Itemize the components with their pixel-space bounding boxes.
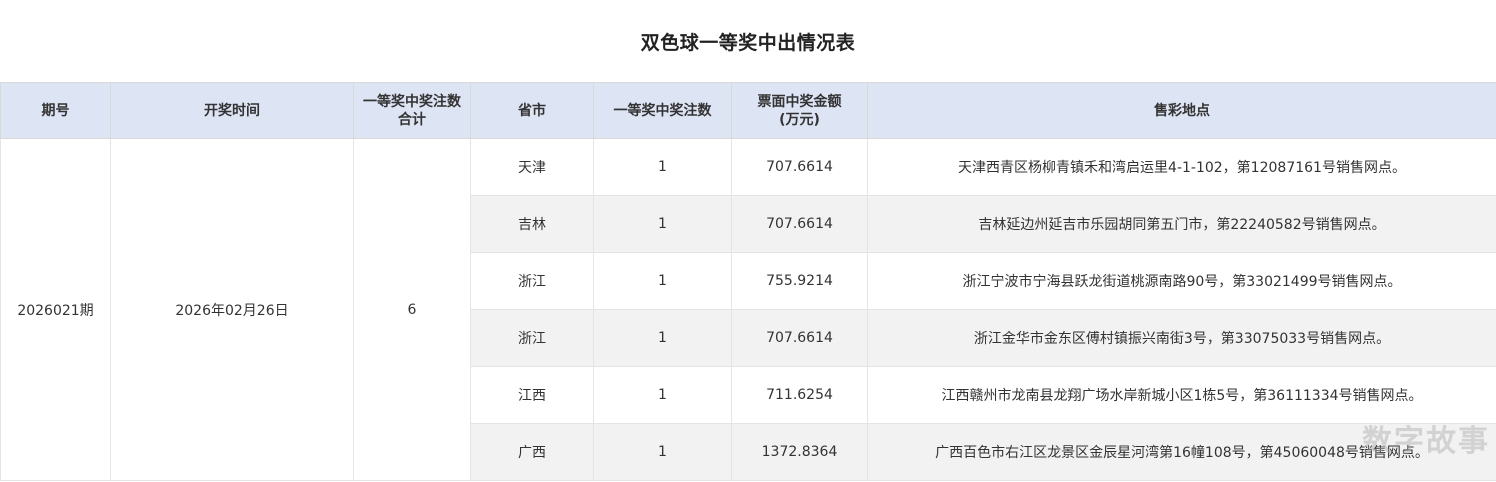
cell-province: 天津	[470, 138, 594, 196]
cell-location: 天津西青区杨柳青镇禾和湾启运里4-1-102，第12087161号销售网点。	[867, 138, 1496, 196]
cell-amount: 711.6254	[731, 366, 868, 424]
cell-amount: 707.6614	[731, 195, 868, 253]
cell-issue: 2026021期	[0, 138, 111, 481]
cell-province: 浙江	[470, 252, 594, 310]
cell-location: 浙江金华市金东区傅村镇振兴南街3号，第33075033号销售网点。	[867, 309, 1496, 367]
header-draw-time: 开奖时间	[110, 82, 354, 139]
cell-amount: 755.9214	[731, 252, 868, 310]
cell-total-count: 6	[353, 138, 471, 481]
header-issue: 期号	[0, 82, 111, 139]
header-total-count: 一等奖中奖注数 合计	[353, 82, 471, 139]
header-province: 省市	[470, 82, 594, 139]
header-amount-line1: 票面中奖金额	[757, 93, 842, 110]
cell-count: 1	[593, 195, 732, 253]
winning-table: 期号 开奖时间 一等奖中奖注数 合计 省市 一等奖中奖注数 票面中奖金额 (万元…	[0, 82, 1496, 481]
cell-count: 1	[593, 423, 732, 481]
cell-location: 广西百色市右江区龙景区金辰星河湾第16幢108号，第45060048号销售网点。	[867, 423, 1496, 481]
cell-amount: 1372.8364	[731, 423, 868, 481]
cell-amount: 707.6614	[731, 309, 868, 367]
cell-location: 江西赣州市龙南县龙翔广场水岸新城小区1栋5号，第36111334号销售网点。	[867, 366, 1496, 424]
cell-count: 1	[593, 366, 732, 424]
table-header-row: 期号 开奖时间 一等奖中奖注数 合计 省市 一等奖中奖注数 票面中奖金额 (万元…	[0, 82, 1496, 139]
cell-location: 吉林延边州延吉市乐园胡同第五门市，第22240582号销售网点。	[867, 195, 1496, 253]
header-count: 一等奖中奖注数	[593, 82, 732, 139]
header-amount: 票面中奖金额 (万元)	[731, 82, 868, 139]
cell-province: 吉林	[470, 195, 594, 253]
table-row: 2026021期 2026年02月26日 6 天津 1 707.6614 天津西…	[0, 138, 1496, 481]
table-title-bar: 双色球一等奖中出情况表	[0, 0, 1496, 82]
cell-location: 浙江宁波市宁海县跃龙街道桃源南路90号，第33021499号销售网点。	[867, 252, 1496, 310]
header-amount-line2: (万元)	[779, 111, 820, 128]
cell-amount: 707.6614	[731, 138, 868, 196]
cell-province: 江西	[470, 366, 594, 424]
header-total-count-line2: 合计	[398, 111, 426, 128]
cell-province: 广西	[470, 423, 594, 481]
header-total-count-line1: 一等奖中奖注数	[363, 93, 461, 110]
page-title: 双色球一等奖中出情况表	[640, 31, 856, 54]
cell-count: 1	[593, 252, 732, 310]
header-location: 售彩地点	[867, 82, 1496, 139]
cell-count: 1	[593, 138, 732, 196]
cell-province: 浙江	[470, 309, 594, 367]
cell-draw-time: 2026年02月26日	[110, 138, 354, 481]
cell-count: 1	[593, 309, 732, 367]
